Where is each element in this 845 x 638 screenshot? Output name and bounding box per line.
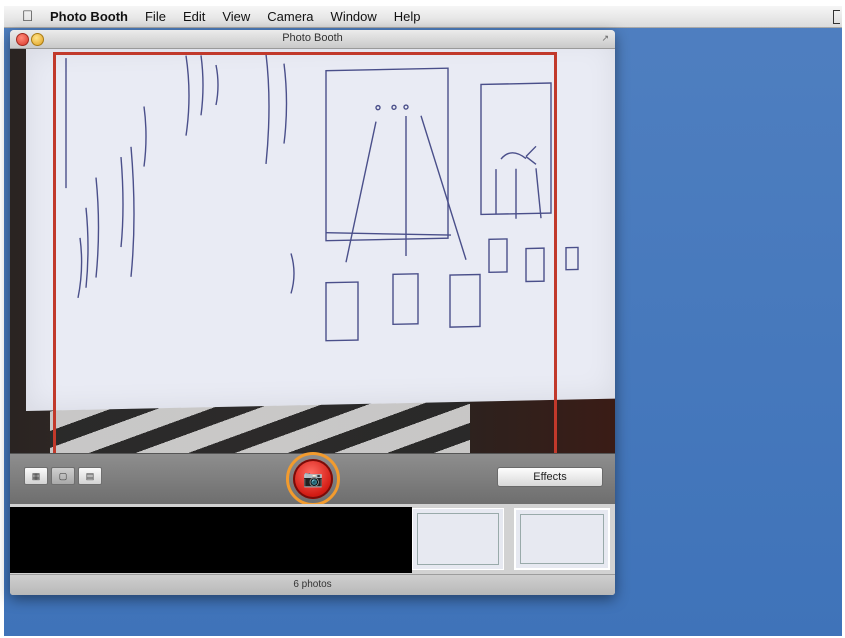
camera-icon: 📷	[303, 471, 323, 488]
menu-help[interactable]: Help	[394, 9, 421, 24]
menu-view[interactable]: View	[222, 9, 250, 24]
menubar-extra-icon[interactable]	[833, 10, 840, 24]
effects-button[interactable]: Effects	[497, 467, 603, 487]
fullscreen-icon[interactable]: ↗	[601, 33, 609, 44]
grid-view-icon[interactable]: ▦	[24, 467, 48, 485]
highlight-frame	[53, 52, 557, 453]
photo-count-status: 6 photos	[10, 574, 615, 595]
photo-strip	[10, 504, 615, 574]
take-photo-button[interactable]: 📷	[293, 459, 333, 499]
photo-thumbnail[interactable]	[412, 508, 504, 570]
view-mode-selector: ▦ ▢ ▤	[24, 467, 105, 485]
photo-booth-toolbar: ▦ ▢ ▤ 📷 Effects	[10, 452, 615, 506]
menu-camera[interactable]: Camera	[267, 9, 313, 24]
menu-app-name[interactable]: Photo Booth	[50, 9, 128, 24]
single-view-icon[interactable]: ▢	[51, 467, 75, 485]
menu-window[interactable]: Window	[331, 9, 377, 24]
menu-file[interactable]: File	[145, 9, 166, 24]
apple-icon[interactable]: 	[22, 8, 50, 25]
filmstrip-view-icon[interactable]: ▤	[78, 467, 102, 485]
camera-preview	[10, 49, 615, 453]
window-titlebar[interactable]: Photo Booth ↗	[10, 30, 615, 49]
menu-edit[interactable]: Edit	[183, 9, 205, 24]
photo-thumbnail-selected[interactable]	[514, 508, 610, 570]
shutter-highlight-ring: 📷	[286, 452, 340, 506]
photo-booth-window: Photo Booth ↗ ▦ ▢ ▤ 📷 Effects 6 photos	[10, 30, 615, 595]
strip-empty-area	[10, 507, 412, 573]
menu-bar:  Photo Booth File Edit View Camera Wind…	[4, 6, 842, 28]
window-title: Photo Booth	[282, 32, 343, 44]
